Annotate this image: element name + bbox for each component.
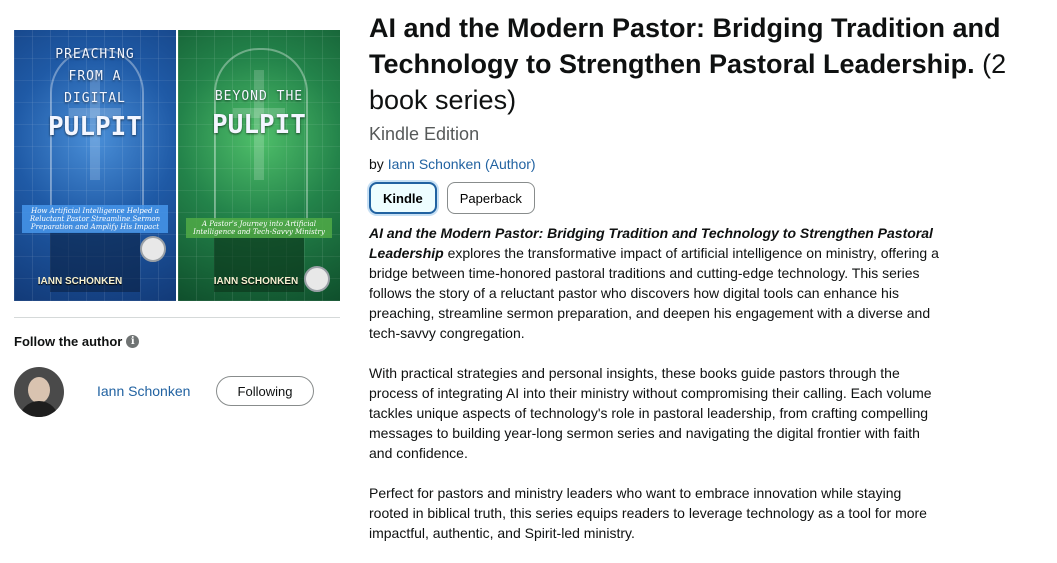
cover-title-big: PULPIT (48, 112, 142, 142)
author-avatar[interactable] (14, 367, 64, 417)
format-kindle-button[interactable]: Kindle (369, 182, 437, 214)
cover-author: IANN SCHONKEN (213, 276, 299, 287)
seal-icon (140, 236, 166, 262)
cover-subtitle: How Artificial Intelligence Helped a Rel… (22, 205, 168, 233)
byline-prefix: by (369, 156, 384, 172)
avatar-face (28, 377, 50, 403)
follow-label-text: Follow the author (14, 334, 123, 349)
avatar-body (19, 401, 59, 417)
cover-title-big: PULPIT (212, 110, 306, 140)
info-icon[interactable]: i (126, 335, 140, 348)
follow-the-author-heading: Follow the author i (14, 334, 140, 349)
byline: by Iann Schonken (Author) (369, 156, 536, 172)
edition-label: Kindle Edition (369, 124, 480, 144)
description-text: explores the transformative impact of ar… (369, 245, 939, 341)
author-name-link[interactable]: Iann Schonken (97, 383, 190, 399)
divider (14, 317, 340, 318)
format-paperback-button[interactable]: Paperback (446, 182, 535, 214)
cover-title-line: BEYOND THE (214, 89, 304, 104)
cover-title: BEYOND THE PULPIT (178, 86, 340, 140)
cover-title-line: DIGITAL (64, 91, 126, 106)
cover-author: IANN SCHONKEN (37, 276, 123, 287)
series-cover-images[interactable]: PREACHING FROM A DIGITAL PULPIT How Arti… (14, 30, 340, 301)
cover-preaching-from-a-digital-pulpit[interactable]: PREACHING FROM A DIGITAL PULPIT How Arti… (14, 30, 176, 301)
format-selector: Kindle Paperback (369, 182, 535, 214)
cover-beyond-the-pulpit[interactable]: BEYOND THE PULPIT A Pastor's Journey int… (178, 30, 340, 301)
description-paragraph: With practical strategies and personal i… (369, 365, 932, 461)
description-paragraph: Perfect for pastors and ministry leaders… (369, 485, 927, 541)
cover-title-line: PREACHING (55, 47, 135, 62)
cover-title-line: FROM A (68, 69, 122, 84)
product-title: AI and the Modern Pastor: Bridging Tradi… (369, 10, 1039, 118)
cover-title: PREACHING FROM A DIGITAL PULPIT (14, 44, 176, 142)
product-description: AI and the Modern Pastor: Bridging Tradi… (369, 223, 944, 563)
cover-subtitle: A Pastor's Journey into Artificial Intel… (186, 218, 332, 238)
author-byline-link[interactable]: Iann Schonken (Author) (388, 156, 536, 172)
following-button[interactable]: Following (216, 376, 314, 406)
product-title-main: AI and the Modern Pastor: Bridging Tradi… (369, 13, 1001, 79)
description-paragraph: AI and the Modern Pastor: Bridging Tradi… (369, 223, 944, 343)
